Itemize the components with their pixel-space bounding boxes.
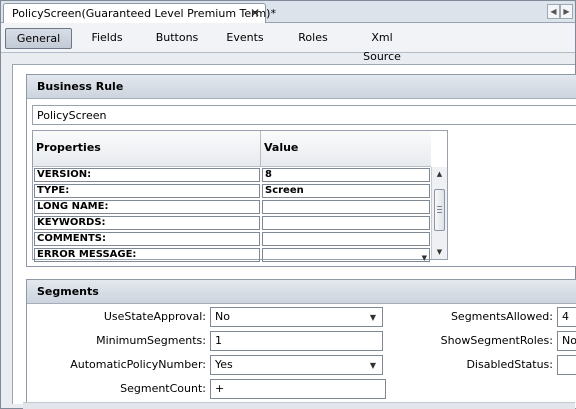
disabled-status-input[interactable]: [557, 355, 576, 375]
column-header-properties: Properties: [36, 141, 101, 154]
grip-line: [437, 206, 442, 207]
property-value[interactable]: [262, 216, 430, 230]
use-state-approval-select[interactable]: No ▼: [210, 307, 383, 327]
editor-tab[interactable]: PolicyScreen(Guaranteed Level Premium Te…: [3, 3, 276, 23]
section-title: Business Rule: [37, 80, 124, 93]
column-header-value: Value: [264, 141, 299, 154]
property-value[interactable]: 8: [262, 168, 430, 182]
property-value[interactable]: [262, 232, 430, 246]
scrollbar-thumb[interactable]: [434, 189, 445, 231]
chevron-down-icon[interactable]: ▼: [422, 252, 427, 261]
business-rule-header: Business Rule: [27, 75, 576, 99]
disabled-status-label: DisabledStatus:: [466, 358, 553, 371]
tab-general[interactable]: General: [5, 28, 72, 49]
section-title: Segments: [37, 285, 99, 298]
editor-tab-bar: PolicyScreen(Guaranteed Level Premium Te…: [1, 1, 575, 23]
chevron-down-icon: ▼: [369, 361, 376, 370]
property-name: COMMENTS:: [34, 232, 260, 246]
tab-fields[interactable]: Fields: [83, 28, 131, 49]
business-rule-name-field[interactable]: PolicyScreen: [32, 105, 576, 125]
vertical-scrollbar[interactable]: ▲ ▼: [431, 167, 447, 259]
chevron-down-icon: ▼: [369, 313, 376, 322]
property-name: TYPE:: [34, 184, 260, 198]
property-value-dropdown[interactable]: ▼: [262, 248, 430, 262]
automatic-policy-number-value: Yes: [215, 358, 233, 371]
segments-header: Segments: [27, 280, 576, 304]
property-value[interactable]: [262, 200, 430, 214]
table-row[interactable]: KEYWORDS:: [33, 215, 431, 231]
show-segment-roles-label: ShowSegmentRoles:: [440, 334, 553, 347]
segments-allowed-label: SegmentsAllowed:: [450, 310, 553, 323]
segments-section: Segments UseStateApproval: No ▼ MinimumS…: [26, 279, 576, 409]
tab-buttons[interactable]: Buttons: [149, 28, 205, 49]
business-rule-section: Business Rule PolicyScreen Properties Va…: [26, 74, 576, 267]
show-segment-roles-select[interactable]: No: [557, 331, 576, 351]
property-name: ERROR MESSAGE:: [34, 248, 260, 262]
editor-tab-title: PolicyScreen(Guaranteed Level Premium Te…: [12, 7, 276, 20]
general-panel: Business Rule PolicyScreen Properties Va…: [12, 64, 576, 409]
horizontal-scrollbar[interactable]: [23, 402, 575, 409]
automatic-policy-number-select[interactable]: Yes ▼: [210, 355, 383, 375]
segment-count-input[interactable]: +: [210, 379, 386, 399]
subtab-bar: General Fields Buttons Events Roles Xml …: [1, 23, 575, 63]
tab-roles[interactable]: Roles: [291, 28, 335, 49]
property-name: VERSION:: [34, 168, 260, 182]
scroll-up-icon[interactable]: ▲: [432, 167, 447, 181]
close-icon[interactable]: ✕: [250, 6, 260, 20]
tab-xml-source[interactable]: Xml Source: [351, 28, 413, 63]
scroll-down-icon[interactable]: ▼: [432, 245, 447, 259]
table-row[interactable]: COMMENTS:: [33, 231, 431, 247]
editor-window: PolicyScreen(Guaranteed Level Premium Te…: [0, 0, 576, 409]
tab-navigation: ◀ ▶: [547, 4, 573, 19]
minimum-segments-label: MinimumSegments:: [96, 334, 206, 347]
grid-header: Properties Value: [33, 131, 431, 167]
table-row[interactable]: TYPE: Screen: [33, 183, 431, 199]
scroll-left-icon[interactable]: ◀: [547, 4, 560, 19]
tab-events[interactable]: Events: [219, 28, 271, 49]
property-value[interactable]: Screen: [262, 184, 430, 198]
property-name: LONG NAME:: [34, 200, 260, 214]
use-state-approval-label: UseStateApproval:: [103, 310, 206, 323]
table-row[interactable]: LONG NAME:: [33, 199, 431, 215]
scroll-right-icon[interactable]: ▶: [560, 4, 573, 19]
table-row[interactable]: VERSION: 8: [33, 167, 431, 183]
grip-line: [437, 212, 442, 213]
automatic-policy-number-label: AutomaticPolicyNumber:: [70, 358, 206, 371]
grip-line: [437, 209, 442, 210]
segment-count-label: SegmentCount:: [120, 382, 206, 395]
property-name: KEYWORDS:: [34, 216, 260, 230]
segments-allowed-input[interactable]: 4: [557, 307, 576, 327]
properties-grid: Properties Value VERSION: 8 TYPE: Screen…: [32, 130, 448, 263]
table-row[interactable]: ERROR MESSAGE: ▼: [33, 247, 431, 263]
use-state-approval-value: No: [215, 310, 230, 323]
minimum-segments-input[interactable]: 1: [210, 331, 383, 351]
